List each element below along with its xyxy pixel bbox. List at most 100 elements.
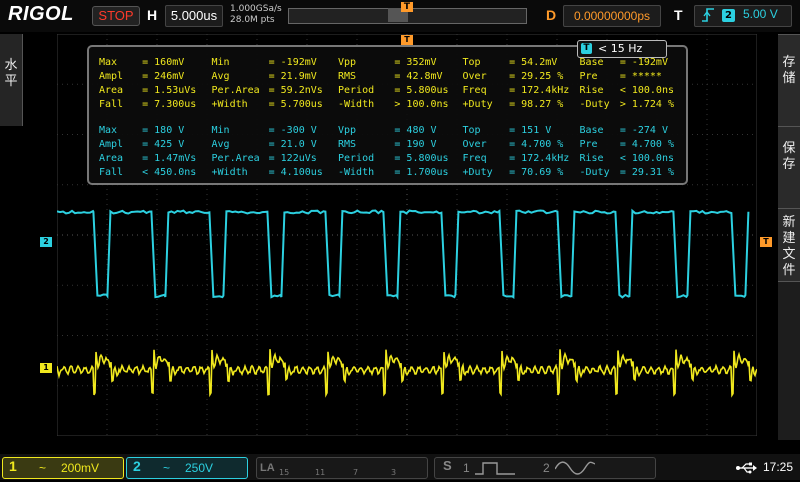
logic-analyzer-settings[interactable]: LA 15 11 7 3: [256, 457, 428, 479]
ch1-number: 1: [9, 458, 17, 474]
delay-value[interactable]: 0.00000000ps: [563, 5, 661, 27]
measurement-value: > 100.0ns: [394, 98, 449, 110]
la-label: LA: [260, 462, 275, 474]
measurement-label: Per.Area: [211, 84, 260, 96]
ch2-scale: 250V: [185, 461, 214, 475]
right-side-menu: 存储 保存 新建文件: [778, 34, 800, 440]
measurement-row: Area = 1.47mVs Per.Area = 122uVs Period = 5.8…: [97, 151, 686, 165]
trigger-settings[interactable]: 2 5.00 V: [694, 5, 792, 27]
measurement-value: = 480 V: [394, 124, 437, 136]
measurement-value: = 42.8mV: [394, 70, 443, 82]
measurement-label: Vpp: [338, 56, 357, 68]
ac-coupling-icon: ~: [39, 461, 47, 475]
horizontal-menu-label: 水平: [4, 58, 18, 89]
measurement-value: = 70.69 %: [509, 166, 564, 178]
new-file-button[interactable]: 新建文件: [778, 208, 800, 282]
serial-label: S: [443, 458, 452, 473]
run-stop-status[interactable]: STOP: [92, 6, 140, 26]
acquisition-info: 1.000GSa/s 28.0M pts: [230, 4, 282, 26]
measurement-label: Min: [211, 124, 230, 136]
measurement-value: = 21.0 V: [268, 138, 317, 150]
storage-label: 存储: [782, 55, 796, 86]
ch1-offset-marker[interactable]: 1: [40, 363, 52, 373]
storage-button[interactable]: 存储: [778, 34, 800, 127]
measurement-label: Freq: [462, 84, 487, 96]
trigger-position-marker[interactable]: T: [401, 2, 413, 12]
measurement-row: Area = 1.53uVs Per.Area = 59.2nVs Period = 5.…: [97, 83, 686, 97]
measurement-label: Rise: [579, 84, 604, 96]
measurement-label: RMS: [338, 70, 357, 82]
measurement-value: = -192mV: [268, 56, 317, 68]
measurement-label: Fall: [99, 166, 124, 178]
measurement-label: Max: [99, 124, 118, 136]
trigger-level-marker[interactable]: T: [760, 237, 772, 247]
measurement-value: = 122uVs: [268, 152, 317, 164]
la-digit: 15: [279, 468, 290, 477]
delay-label: D: [546, 7, 557, 23]
measurement-label: Avg: [211, 70, 230, 82]
measurement-value: > 1.724 %: [619, 98, 674, 110]
measurement-value: = 4.700 %: [619, 138, 674, 150]
measurement-value: = 172.4kHz: [509, 84, 570, 96]
measurement-label: -Duty: [579, 166, 610, 178]
measurement-value: = 172.4kHz: [509, 152, 570, 164]
save-button[interactable]: 保存: [778, 126, 800, 209]
measurement-label: +Width: [211, 98, 248, 110]
measurement-label: Ampl: [99, 70, 124, 82]
measurement-label: Base: [579, 124, 604, 136]
measurement-value: = 425 V: [142, 138, 185, 150]
measurement-value: = 180 V: [142, 124, 185, 136]
measurement-value: = 5.800us: [394, 152, 449, 164]
measurement-label: Rise: [579, 152, 604, 164]
measurement-value: = 151 V: [509, 124, 552, 136]
measurement-label: Avg: [211, 138, 230, 150]
measurement-label: Over: [462, 138, 487, 150]
measurement-value: = 352mV: [394, 56, 437, 68]
sine-icon: [554, 460, 596, 482]
measurement-label: +Width: [211, 166, 248, 178]
decoder-2-number: 2: [543, 461, 550, 475]
measurement-label: Per.Area: [211, 152, 260, 164]
measurement-panel[interactable]: Max = 160mV Min = -192mV Vpp = 352mV Top = 54.2…: [87, 45, 688, 185]
measurement-label: Freq: [462, 152, 487, 164]
measurement-label: Over: [462, 70, 487, 82]
measurement-label: Fall: [99, 98, 124, 110]
trigger-time-marker[interactable]: T: [401, 35, 413, 45]
measurement-value: = 246mV: [142, 70, 185, 82]
usb-icon: [735, 460, 757, 479]
horizontal-label: H: [147, 7, 158, 23]
ch2-number: 2: [133, 458, 141, 474]
sample-rate: 1.000GSa/s: [230, 4, 282, 14]
measurement-value: = 1.53uVs: [142, 84, 197, 96]
measurement-separator: [97, 111, 686, 123]
measurement-label: +Duty: [462, 166, 493, 178]
measurement-value: = 29.25 %: [509, 70, 564, 82]
measurement-value: = 4.100us: [268, 166, 323, 178]
measurement-value: = 7.300us: [142, 98, 197, 110]
measurement-value: = -274 V: [619, 124, 668, 136]
timebase-value[interactable]: 5.000us: [165, 5, 223, 27]
ch2-offset-marker[interactable]: 2: [40, 237, 52, 247]
measurement-label: Pre: [579, 70, 598, 82]
measurement-value: = *****: [619, 70, 662, 82]
trigger-source-channel: 2: [722, 9, 735, 22]
measurement-value: = 21.9mV: [268, 70, 317, 82]
measurement-value: = -300 V: [268, 124, 317, 136]
measurement-label: Vpp: [338, 124, 357, 136]
rising-edge-icon: [701, 7, 715, 27]
ch1-settings[interactable]: 1 ~ 200mV: [2, 457, 124, 479]
counter-value: < 15 Hz: [598, 42, 643, 55]
serial-decode-settings[interactable]: S 1 2: [434, 457, 656, 479]
measurement-label: +Duty: [462, 98, 493, 110]
ac-coupling-icon: ~: [163, 461, 171, 475]
measurement-value: < 100.0ns: [619, 152, 674, 164]
la-digit: 7: [353, 468, 359, 477]
save-label: 保存: [782, 141, 796, 172]
ch2-settings[interactable]: 2 ~ 250V: [126, 457, 248, 479]
measurement-value: < 100.0ns: [619, 84, 674, 96]
memory-depth: 28.0M pts: [230, 15, 275, 25]
measurement-label: Min: [211, 56, 230, 68]
ch1-scale: 200mV: [61, 461, 100, 475]
counter-source-badge: T: [581, 43, 592, 54]
left-side-menu[interactable]: 水平: [0, 34, 23, 126]
